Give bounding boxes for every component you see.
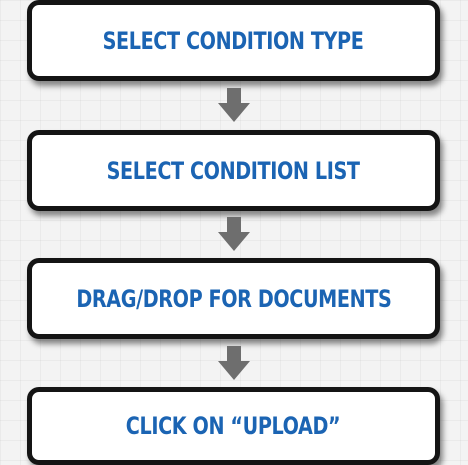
step-label: Select Condition List bbox=[107, 156, 360, 185]
step-label: Drag/Drop for Documents bbox=[75, 284, 392, 313]
step-label: Click on “Upload” bbox=[126, 412, 341, 440]
down-arrow-icon bbox=[218, 88, 250, 122]
step-box-drag-drop-documents: Drag/Drop for Documents bbox=[27, 258, 440, 339]
down-arrow-icon bbox=[218, 217, 250, 251]
step-box-click-upload: Click on “Upload” bbox=[27, 387, 440, 465]
flowchart: Select Condition Type Select Condition L… bbox=[0, 0, 468, 465]
step-label: Select Condition Type bbox=[103, 26, 364, 55]
step-box-select-condition-list: Select Condition List bbox=[27, 130, 440, 211]
step-box-select-condition-type: Select Condition Type bbox=[27, 0, 440, 81]
down-arrow-icon bbox=[218, 346, 250, 380]
